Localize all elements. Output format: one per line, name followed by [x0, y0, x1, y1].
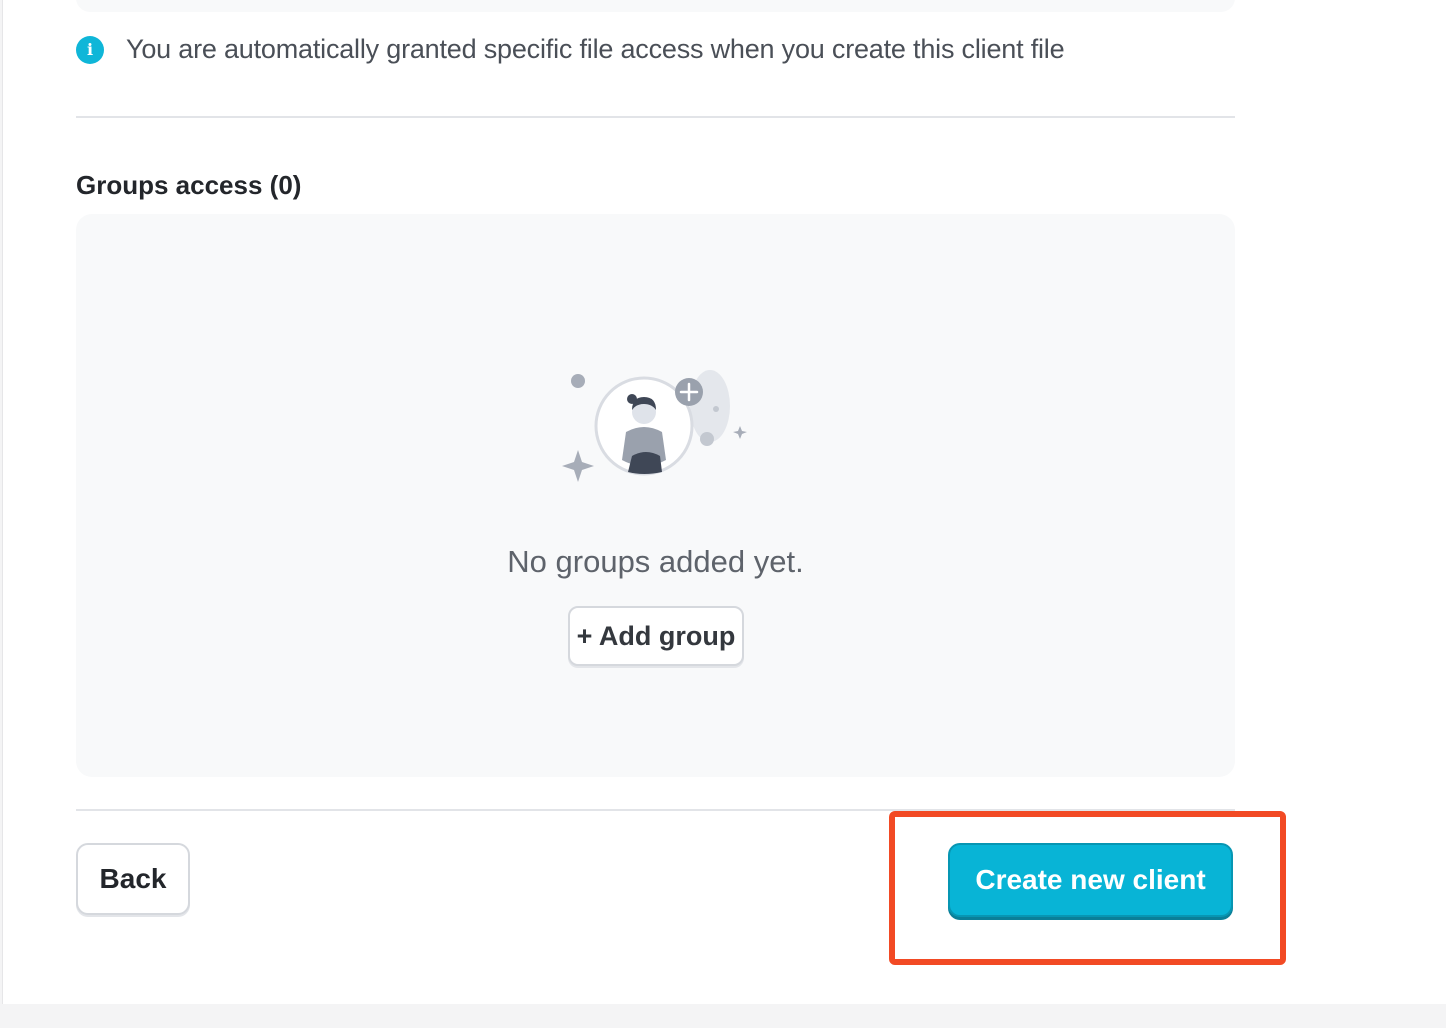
- section-divider: [76, 116, 1235, 118]
- info-text: You are automatically granted specific f…: [126, 34, 1065, 64]
- back-button[interactable]: Back: [76, 843, 190, 915]
- previous-section-card: [76, 0, 1235, 12]
- create-new-client-button[interactable]: Create new client: [948, 843, 1233, 917]
- avatar-bun: [627, 394, 637, 404]
- info-icon: i: [76, 35, 104, 64]
- groups-access-title: Groups access (0): [76, 170, 302, 200]
- add-group-button[interactable]: + Add group: [568, 606, 744, 666]
- sparkle-icon: [562, 450, 594, 482]
- person-add-illustration: [562, 370, 747, 482]
- groups-empty-panel: No groups added yet. + Add group: [76, 214, 1235, 777]
- page: i You are automatically granted specific…: [2, 0, 1446, 1004]
- decor-dot-icon: [571, 374, 585, 388]
- empty-state-message: No groups added yet.: [507, 544, 804, 579]
- decor-dot-icon-3: [713, 406, 719, 412]
- small-sparkle-icon: [733, 426, 747, 439]
- decor-dot-icon-2: [700, 432, 714, 446]
- info-notice: i You are automatically granted specific…: [76, 34, 1065, 65]
- footer-divider: [76, 809, 1235, 811]
